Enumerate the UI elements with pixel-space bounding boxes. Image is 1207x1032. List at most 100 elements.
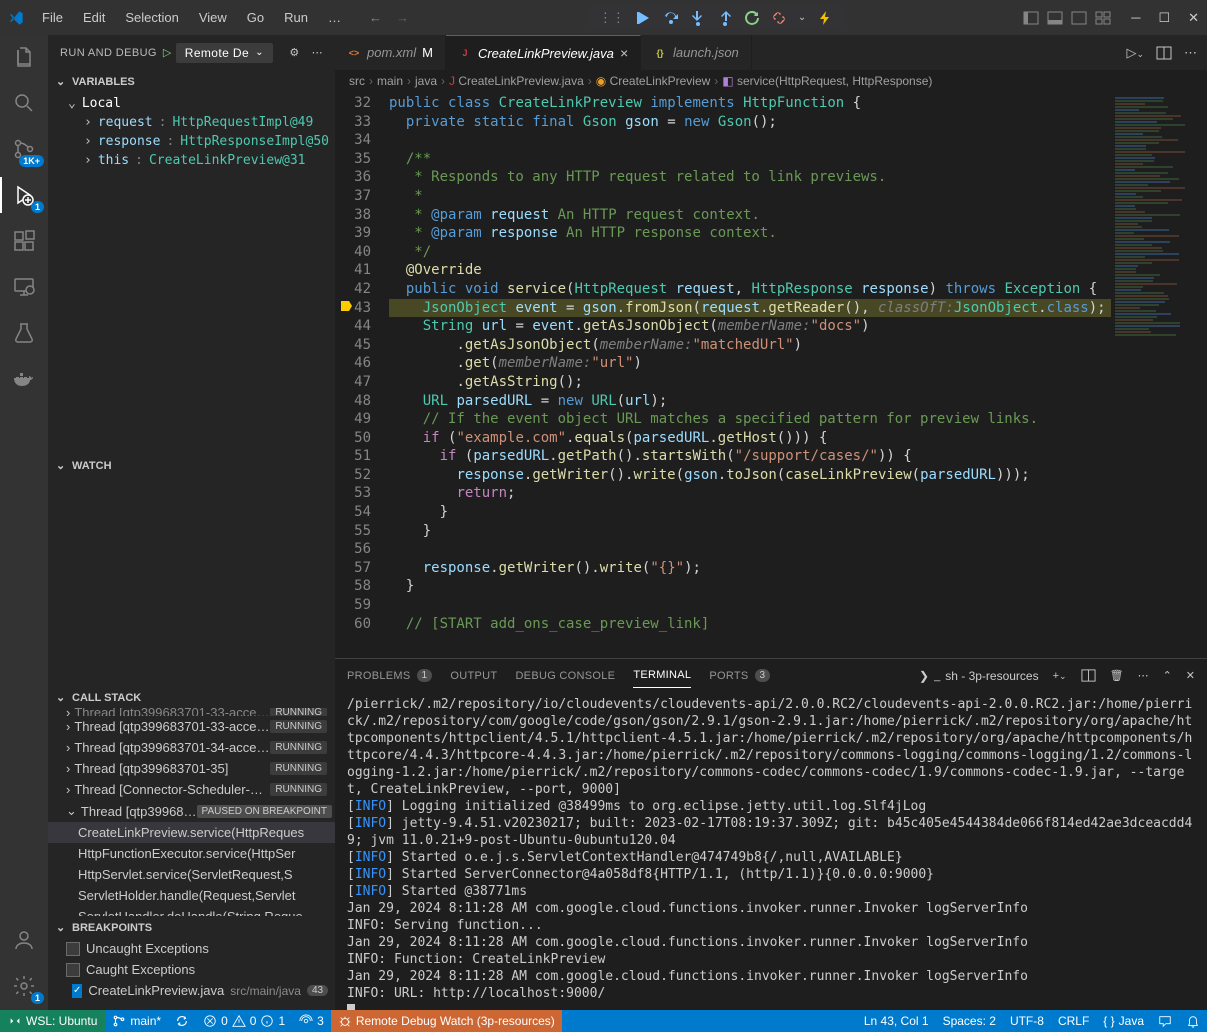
step-out-icon[interactable] bbox=[717, 10, 733, 26]
minimize-icon[interactable]: ─ bbox=[1131, 10, 1140, 26]
indentation[interactable]: Spaces: 2 bbox=[936, 1014, 1003, 1028]
checkbox[interactable] bbox=[66, 963, 80, 977]
split-editor-icon[interactable] bbox=[1156, 45, 1172, 61]
breadcrumbs[interactable]: src›main›java›J CreateLinkPreview.java›◉… bbox=[335, 70, 1207, 92]
breakpoint-checkbox[interactable] bbox=[72, 984, 82, 998]
minimap[interactable] bbox=[1111, 92, 1207, 658]
variable-row[interactable]: ›this: CreateLinkPreview@31 bbox=[48, 151, 335, 170]
cursor-position[interactable]: Ln 43, Col 1 bbox=[857, 1014, 936, 1028]
menu-…[interactable]: … bbox=[320, 6, 349, 29]
breakpoint-marker-icon[interactable] bbox=[339, 299, 353, 313]
stack-frame[interactable]: HttpServlet.service(ServletRequest,S bbox=[48, 864, 335, 885]
breadcrumb-item[interactable]: J CreateLinkPreview.java bbox=[449, 74, 584, 88]
variable-row[interactable]: ›request: HttpRequestImpl@49 bbox=[48, 113, 335, 132]
file-breakpoint[interactable]: CreateLinkPreview.java src/main/java 43 bbox=[48, 980, 335, 1001]
editor-tab[interactable]: JCreateLinkPreview.java× bbox=[446, 35, 641, 70]
continue-icon[interactable] bbox=[636, 10, 652, 26]
menu-selection[interactable]: Selection bbox=[117, 6, 186, 29]
sidebar-right-icon[interactable] bbox=[1071, 10, 1087, 26]
thread-row[interactable]: ›Thread [qtp399683701-35]RUNNING bbox=[48, 758, 335, 779]
menu-view[interactable]: View bbox=[191, 6, 235, 29]
branch-indicator[interactable]: main* bbox=[105, 1010, 168, 1032]
menu-file[interactable]: File bbox=[34, 6, 71, 29]
watch-header[interactable]: ⌄WATCH bbox=[48, 455, 335, 476]
breakpoint-option[interactable]: Uncaught Exceptions bbox=[48, 938, 335, 959]
eol[interactable]: CRLF bbox=[1051, 1014, 1096, 1028]
customize-layout-icon[interactable] bbox=[1095, 10, 1111, 26]
stack-frame[interactable]: ServletHandler.doHandle(String,Reque bbox=[48, 906, 335, 916]
more-icon[interactable]: ⋯ bbox=[312, 46, 323, 59]
disconnect-icon[interactable] bbox=[771, 10, 787, 26]
checkbox[interactable] bbox=[66, 942, 80, 956]
stack-frame[interactable]: HttpFunctionExecutor.service(HttpSer bbox=[48, 843, 335, 864]
stack-frame[interactable]: ServletHolder.handle(Request,Servlet bbox=[48, 885, 335, 906]
more-terminal-icon[interactable]: ⋯ bbox=[1138, 669, 1149, 682]
run-icon[interactable]: ▷⌄ bbox=[1126, 45, 1144, 61]
breadcrumb-item[interactable]: ◉ CreateLinkPreview bbox=[596, 74, 711, 88]
menu-go[interactable]: Go bbox=[239, 6, 272, 29]
breakpoint-option[interactable]: Caught Exceptions bbox=[48, 959, 335, 980]
trash-icon[interactable]: 🗑 bbox=[1110, 669, 1124, 682]
maximize-icon[interactable]: ☐ bbox=[1158, 10, 1170, 26]
breadcrumb-item[interactable]: src bbox=[349, 74, 365, 88]
menu-edit[interactable]: Edit bbox=[75, 6, 113, 29]
callstack-header[interactable]: ⌄CALL STACK bbox=[48, 687, 335, 708]
stack-frame[interactable]: CreateLinkPreview.service(HttpReques bbox=[48, 822, 335, 843]
ports-indicator[interactable]: 3 bbox=[292, 1010, 331, 1032]
sync-indicator[interactable] bbox=[168, 1010, 196, 1032]
maximize-panel-icon[interactable]: ⌃ bbox=[1163, 669, 1172, 682]
gear-icon[interactable]: ⚙ bbox=[289, 46, 299, 59]
close-icon[interactable]: ✕ bbox=[1188, 10, 1199, 26]
variable-row[interactable]: ›response: HttpResponseImpl@50 bbox=[48, 132, 335, 151]
restart-icon[interactable] bbox=[744, 10, 760, 26]
editor-tab[interactable]: {}launch.json bbox=[641, 35, 752, 70]
editor-tab[interactable]: <>pom.xmlM bbox=[335, 35, 446, 70]
new-terminal-icon[interactable]: +⌄ bbox=[1053, 670, 1067, 682]
encoding[interactable]: UTF-8 bbox=[1003, 1014, 1051, 1028]
layout-icon[interactable] bbox=[1023, 10, 1039, 26]
step-into-icon[interactable] bbox=[690, 10, 706, 26]
paused-thread[interactable]: ⌄Thread [qtp39968…PAUSED ON BREAKPOINT bbox=[48, 800, 335, 822]
remote-indicator[interactable]: WSL: Ubuntu bbox=[0, 1010, 105, 1032]
nav-back-icon[interactable]: ← bbox=[369, 10, 382, 25]
panel-tab-ports[interactable]: PORTS3 bbox=[709, 663, 770, 688]
scm-icon[interactable]: 1K+ bbox=[10, 135, 38, 163]
search-icon[interactable] bbox=[10, 89, 38, 117]
explorer-icon[interactable] bbox=[10, 43, 38, 71]
extensions-icon[interactable] bbox=[10, 227, 38, 255]
split-terminal-icon[interactable] bbox=[1081, 668, 1096, 683]
debug-icon[interactable]: 1 bbox=[10, 181, 38, 209]
panel-tab-debug-console[interactable]: DEBUG CONSOLE bbox=[515, 664, 615, 688]
thread-row[interactable]: ›Thread [Connector-Scheduler-…RUNNING bbox=[48, 779, 335, 800]
debug-status[interactable]: Remote Debug Watch (3p-resources) bbox=[331, 1010, 562, 1032]
problems-indicator[interactable]: 0 0 1 bbox=[196, 1010, 292, 1032]
account-icon[interactable] bbox=[10, 926, 38, 954]
code-editor[interactable]: public class CreateLinkPreview implement… bbox=[389, 92, 1111, 658]
breadcrumb-item[interactable]: main bbox=[377, 74, 403, 88]
feedback-icon[interactable] bbox=[1151, 1014, 1179, 1028]
breadcrumb-item[interactable]: ◧ service(HttpRequest, HttpResponse) bbox=[722, 74, 932, 88]
breakpoints-header[interactable]: ⌄BREAKPOINTS bbox=[48, 917, 335, 938]
variables-header[interactable]: ⌄VARIABLES bbox=[48, 71, 335, 92]
gutter[interactable]: 3233343536373839404142434445464748495051… bbox=[335, 92, 389, 658]
nav-forward-icon[interactable]: → bbox=[396, 10, 409, 25]
terminal-output[interactable]: /pierrick/.m2/repository/io/cloudevents/… bbox=[335, 692, 1207, 1010]
panel-tab-problems[interactable]: PROBLEMS1 bbox=[347, 663, 432, 688]
start-debug-icon[interactable]: ▷ bbox=[163, 46, 172, 59]
settings-icon[interactable]: 1 bbox=[10, 972, 38, 1000]
stop-dropdown-icon[interactable]: ⌄ bbox=[798, 12, 806, 23]
close-tab-icon[interactable]: × bbox=[620, 45, 628, 61]
panel-tab-output[interactable]: OUTPUT bbox=[450, 664, 497, 688]
thread-row[interactable]: ›Thread [qtp399683701-33-acce…RUNNING bbox=[48, 708, 335, 716]
step-over-icon[interactable] bbox=[663, 10, 679, 26]
notifications-icon[interactable] bbox=[1179, 1014, 1207, 1028]
scope-local[interactable]: ⌄Local bbox=[48, 94, 335, 113]
drag-handle-icon[interactable]: ⋮⋮ bbox=[599, 10, 625, 26]
remote-explorer-icon[interactable] bbox=[10, 273, 38, 301]
menu-run[interactable]: Run bbox=[276, 6, 316, 29]
docker-icon[interactable] bbox=[10, 365, 38, 393]
thread-row[interactable]: ›Thread [qtp399683701-34-acce…RUNNING bbox=[48, 737, 335, 758]
debug-config-select[interactable]: Remote De⌄ bbox=[176, 43, 273, 63]
breadcrumb-item[interactable]: java bbox=[415, 74, 437, 88]
hot-reload-icon[interactable] bbox=[817, 10, 833, 26]
